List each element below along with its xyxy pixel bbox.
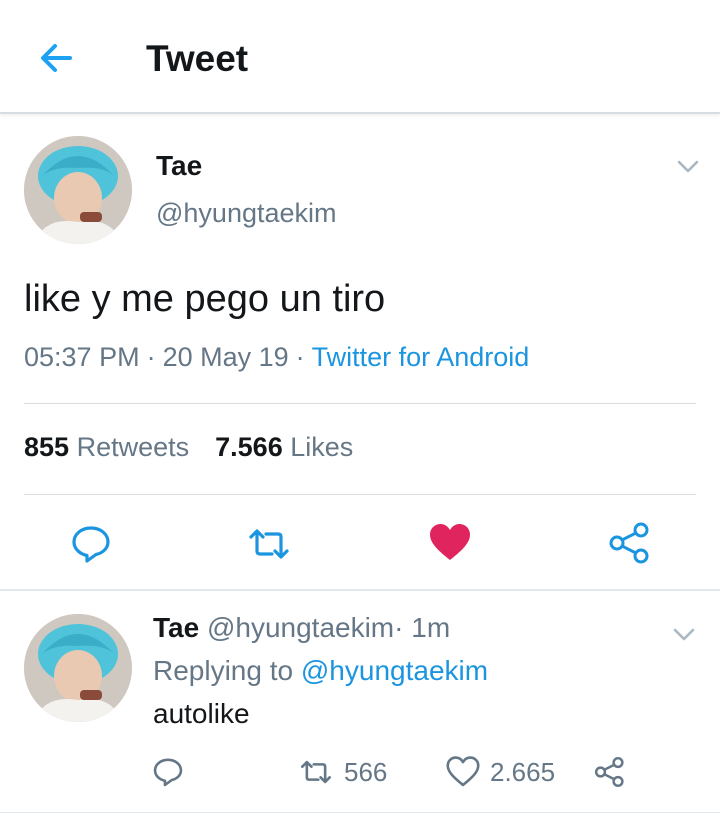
divider (24, 494, 696, 495)
reply-retweet-count: 566 (344, 756, 388, 787)
section-divider (0, 589, 720, 591)
top-bar: Tweet (0, 0, 720, 114)
like-count: 7.566 (215, 432, 283, 462)
reply-avatar[interactable] (24, 614, 132, 722)
retweet-label: Retweets (76, 432, 190, 462)
page-title: Tweet (146, 38, 249, 79)
share-icon (594, 756, 624, 788)
retweet-count: 855 (24, 432, 70, 462)
replying-mention-link[interactable]: @hyungtaekim (301, 655, 488, 686)
heart-filled-icon (430, 524, 470, 560)
retweet-button[interactable] (246, 523, 292, 570)
chevron-down-icon (677, 160, 699, 173)
reply-like-count: 2.665 (490, 756, 556, 787)
replying-prefix: Replying to (153, 655, 294, 686)
tweet-date: 20 May 19 (162, 342, 289, 372)
tweet-stats: 855 Retweets 7.566 Likes (24, 432, 353, 463)
tweet-meta: 05:37 PM · 20 May 19 · Twitter for Android (24, 342, 529, 373)
chevron-down-icon (673, 628, 695, 641)
reply-icon (153, 758, 183, 787)
reply-share-button[interactable] (594, 752, 626, 792)
reply-author-name[interactable]: Tae (153, 612, 199, 643)
divider (24, 403, 696, 404)
reply-retweet-button[interactable]: 566 (298, 752, 387, 792)
arrow-left-icon (41, 44, 72, 72)
author-name[interactable]: Tae (156, 150, 202, 182)
section-divider (0, 812, 720, 813)
tweet-source-link[interactable]: Twitter for Android (312, 342, 530, 372)
reply-like-button[interactable]: 2.665 (446, 752, 555, 792)
meta-separator: · (146, 342, 156, 372)
reply-author-handle[interactable]: @hyungtaekim (207, 612, 394, 643)
tweet-time: 05:37 PM (24, 342, 140, 372)
retweet-icon (249, 529, 289, 559)
retweet-icon (300, 760, 332, 784)
reply-time: 1m (411, 612, 451, 643)
tweet-text: like y me pego un tiro (24, 278, 386, 320)
avatar[interactable] (24, 136, 132, 244)
like-label: Likes (290, 432, 354, 462)
author-handle[interactable]: @hyungtaekim (156, 198, 337, 229)
reply-menu-button[interactable] (670, 620, 698, 648)
reply-button[interactable] (70, 523, 112, 570)
meta-separator: · (394, 612, 404, 643)
like-button[interactable] (428, 522, 472, 569)
meta-separator: · (295, 342, 305, 372)
share-button[interactable] (608, 521, 652, 570)
share-icon (609, 522, 649, 564)
heart-outline-icon (446, 756, 480, 787)
reply-icon (72, 526, 110, 563)
likes-stat[interactable]: 7.566 Likes (215, 432, 353, 462)
reply-header: Tae @hyungtaekim· 1m (153, 612, 450, 644)
reply-text: autolike (153, 698, 250, 729)
back-button[interactable] (36, 38, 76, 78)
tweet-menu-button[interactable] (674, 152, 702, 180)
replying-to: Replying to @hyungtaekim (153, 655, 488, 687)
retweets-stat[interactable]: 855 Retweets (24, 432, 189, 462)
reply-reply-button[interactable] (152, 752, 184, 792)
